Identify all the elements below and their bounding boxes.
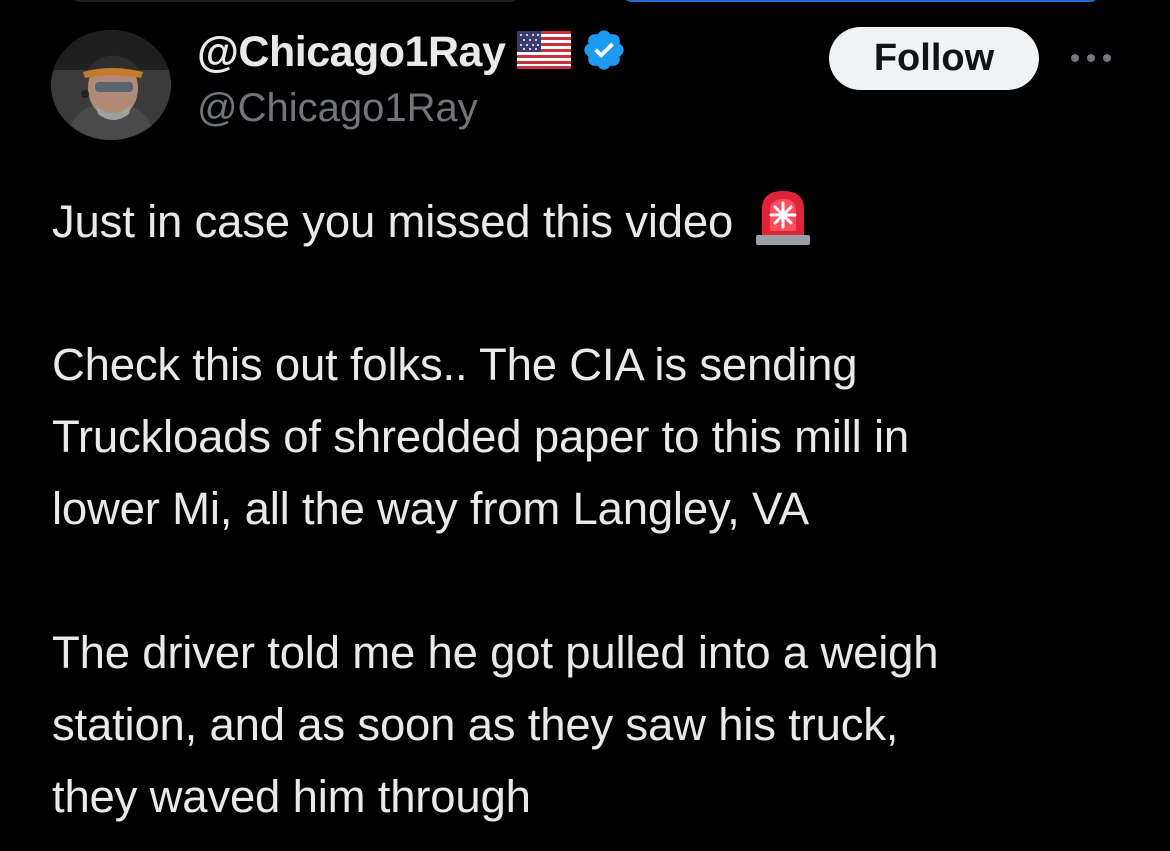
tweet-line: lower Mi, all the way from Langley, VA	[52, 483, 809, 534]
tweet-line: station, and as soon as they saw his tru…	[52, 699, 899, 750]
tweet-line: they waved him through	[52, 771, 531, 822]
verified-badge-icon[interactable]	[581, 27, 627, 78]
tweet-line-text: Just in case you missed this video	[52, 196, 734, 247]
author-display-name[interactable]: @Chicago1Ray	[197, 28, 506, 77]
author-name-row: @Chicago1Ray	[197, 26, 627, 78]
tweet-line: Truckloads of shredded paper to this mil…	[52, 411, 909, 462]
tweet-line: Just in case you missed this video	[52, 185, 1142, 257]
us-flag-icon	[517, 30, 572, 74]
author-handle[interactable]: @Chicago1Ray	[197, 86, 478, 131]
avatar[interactable]	[51, 30, 171, 140]
follow-button[interactable]: Follow	[829, 27, 1039, 90]
tweet-line: The driver told me he got pulled into a …	[52, 627, 939, 678]
tweet-line: Check this out folks.. The CIA is sendin…	[52, 339, 858, 390]
more-options-icon[interactable]	[1067, 48, 1115, 68]
tweet-text: Just in case you missed this video Check…	[52, 185, 1142, 833]
top-tab-strip-right	[622, 0, 1100, 2]
rotating-light-siren-icon	[752, 185, 814, 268]
top-tab-strip-left	[70, 0, 520, 2]
